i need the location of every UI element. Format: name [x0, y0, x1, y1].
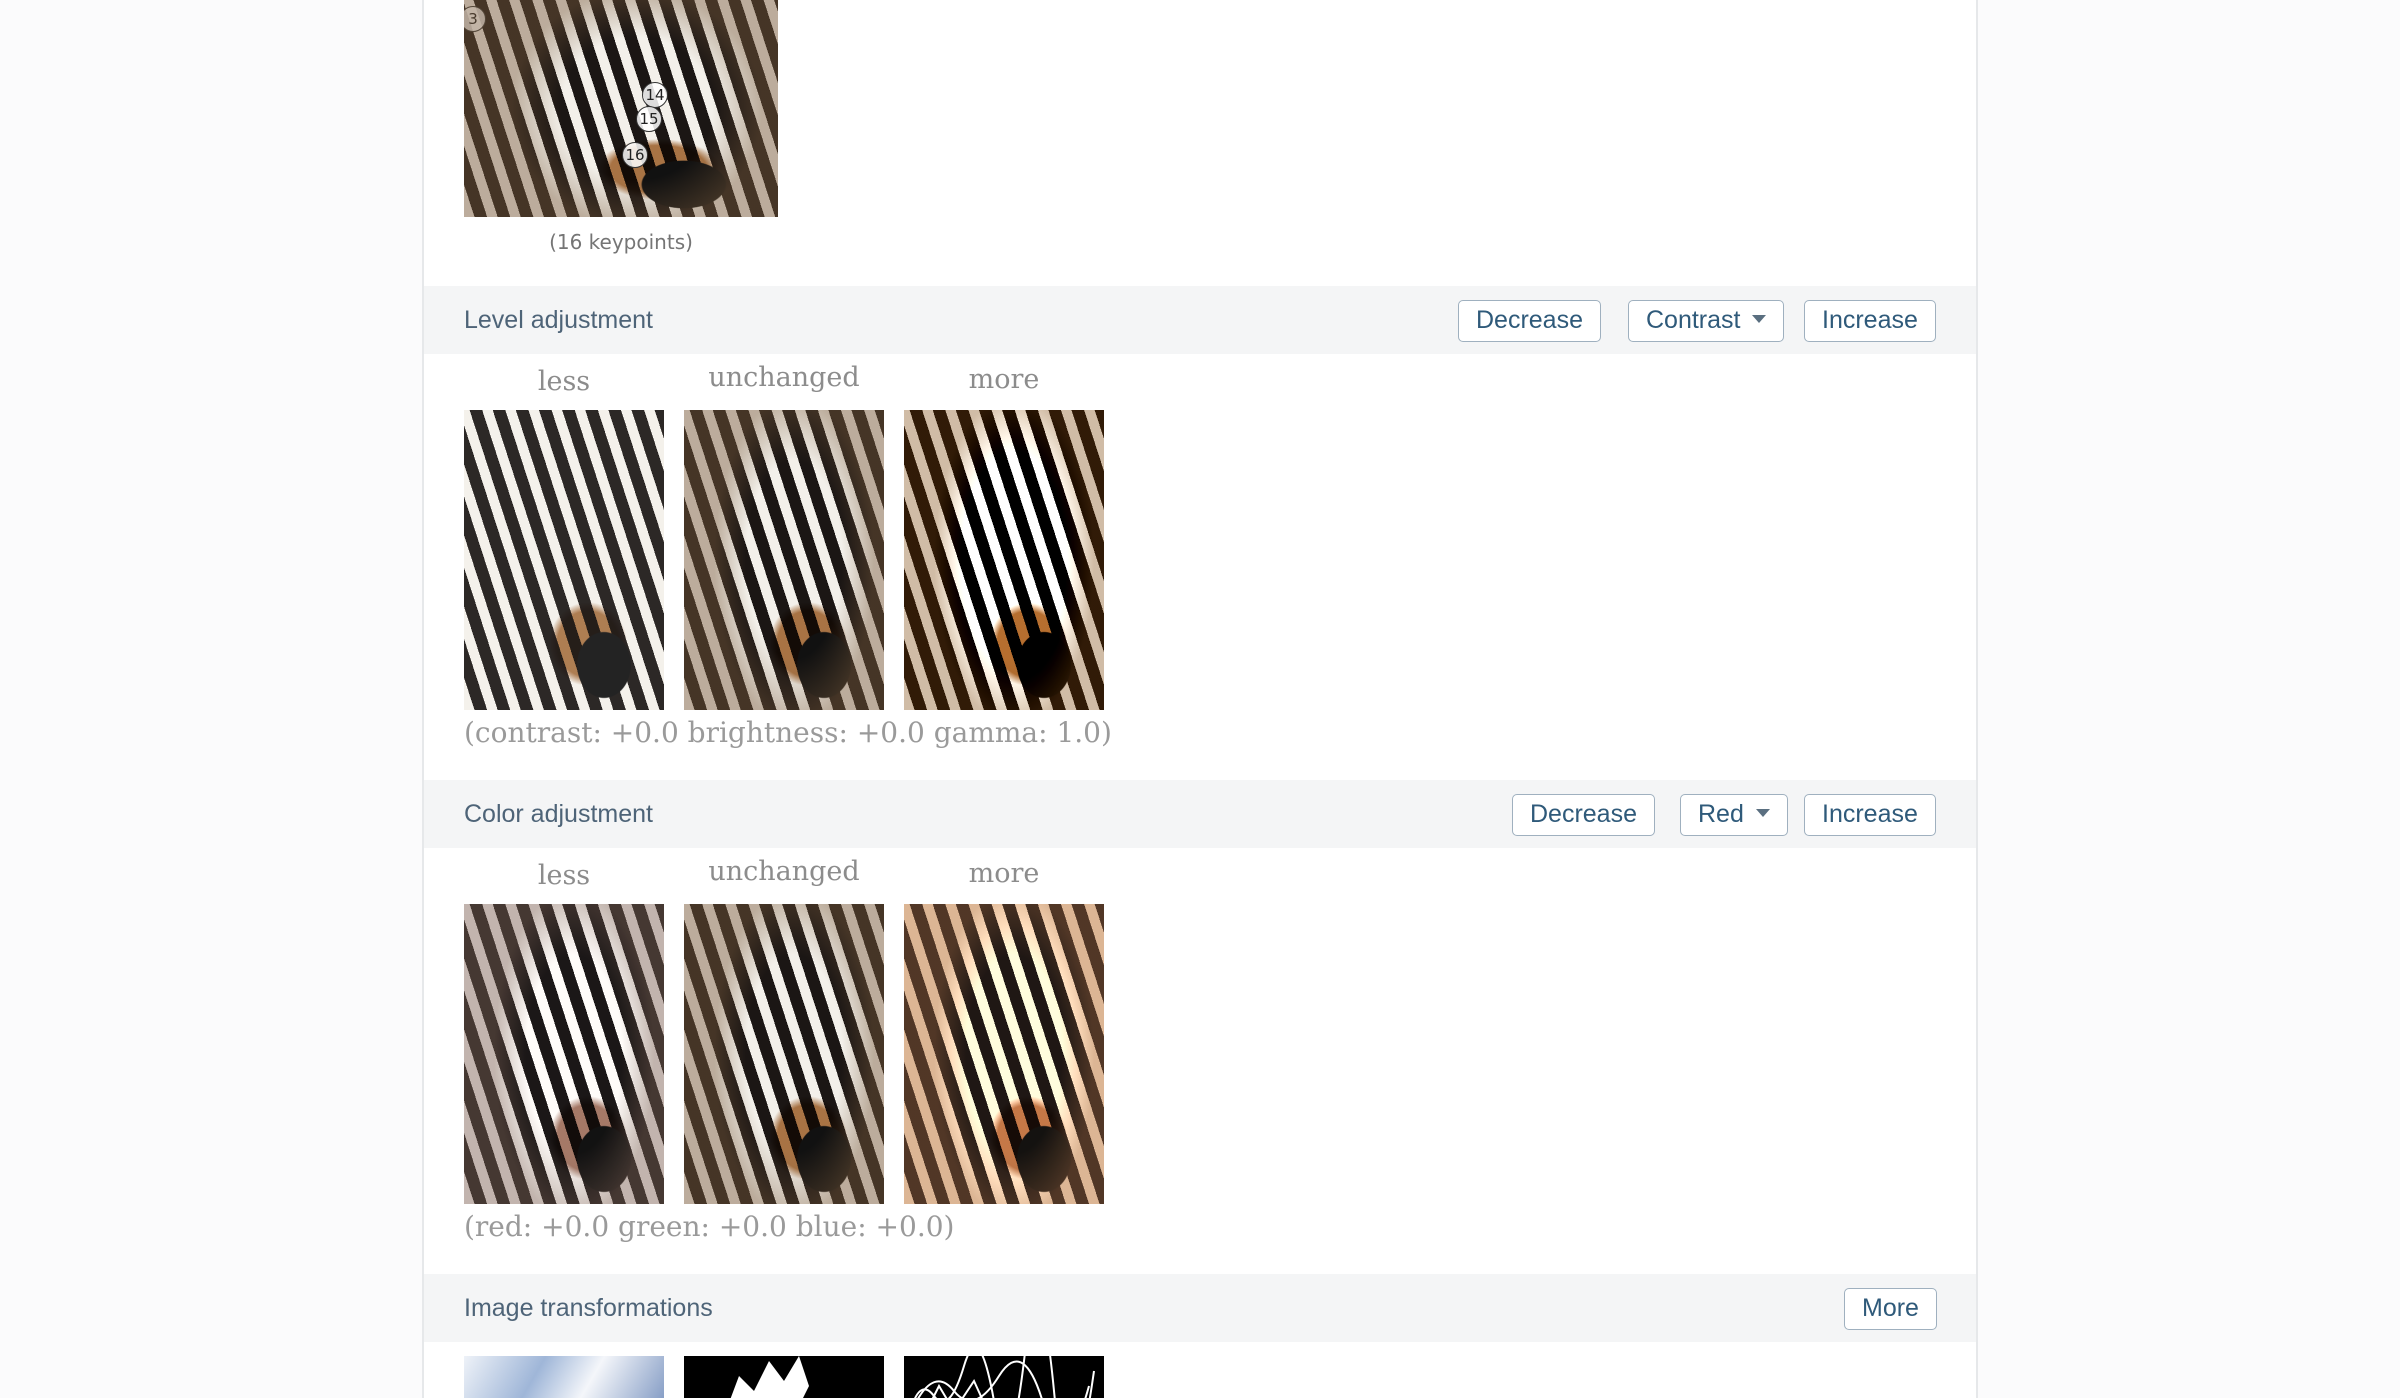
- edge-pattern: [914, 1356, 1095, 1398]
- color-channel-dropdown[interactable]: Red: [1680, 794, 1788, 836]
- level-parameter-dropdown[interactable]: Contrast: [1628, 300, 1785, 342]
- keypoint-label: 16: [625, 146, 645, 164]
- level-thumb-less[interactable]: [464, 410, 664, 710]
- transform-thumb-1[interactable]: [464, 1356, 664, 1398]
- image-transformations-header: Image transformations More: [424, 1274, 1976, 1342]
- keypoint-marker: 15: [636, 106, 662, 132]
- level-adjustment-title: Level adjustment: [464, 306, 654, 334]
- level-label-unchanged: unchanged: [708, 362, 860, 393]
- level-decrease-button[interactable]: Decrease: [1458, 300, 1601, 342]
- page: 3 14 15 16 (16 keypoints) Level adjustme…: [0, 0, 2400, 1398]
- transform-thumb-2[interactable]: [684, 1356, 884, 1398]
- color-label-unchanged: unchanged: [708, 856, 860, 887]
- level-parameter-value: Contrast: [1646, 306, 1741, 334]
- keypoints-image: 3 14 15 16: [464, 0, 778, 217]
- level-label-less: less: [537, 366, 591, 397]
- color-adjustment-title: Color adjustment: [464, 800, 653, 828]
- chevron-down-icon: [1755, 809, 1770, 818]
- threshold-pattern: [730, 1356, 809, 1398]
- keypoints-caption: (16 keypoints): [549, 230, 693, 254]
- color-increase-button[interactable]: Increase: [1804, 794, 1936, 836]
- transformations-more-button[interactable]: More: [1844, 1288, 1937, 1330]
- keypoint-marker: 14: [642, 82, 668, 108]
- image-transformations-title: Image transformations: [464, 1294, 713, 1322]
- color-adjustment-header: Color adjustment Decrease Red Increase: [424, 780, 1976, 848]
- color-decrease-button[interactable]: Decrease: [1512, 794, 1655, 836]
- level-params-text: (contrast: +0.0 brightness: +0.0 gamma: …: [464, 716, 1112, 749]
- color-channel-value: Red: [1698, 800, 1744, 828]
- level-increase-button[interactable]: Increase: [1804, 300, 1936, 342]
- content-card: 3 14 15 16 (16 keypoints) Level adjustme…: [422, 0, 1978, 1398]
- level-adjustment-header: Level adjustment Decrease Contrast Incre…: [424, 286, 1976, 354]
- level-label-more: more: [968, 364, 1040, 395]
- keypoint-label: 3: [468, 10, 478, 28]
- chevron-down-icon: [1752, 315, 1767, 324]
- level-thumb-unchanged[interactable]: [684, 410, 884, 710]
- level-thumb-more[interactable]: [904, 410, 1104, 710]
- transform-thumb-3[interactable]: [904, 1356, 1104, 1398]
- keypoint-label: 14: [645, 86, 665, 104]
- color-thumb-less[interactable]: [464, 904, 664, 1204]
- color-params-text: (red: +0.0 green: +0.0 blue: +0.0): [464, 1210, 955, 1243]
- color-thumb-more[interactable]: [904, 904, 1104, 1204]
- color-thumb-unchanged[interactable]: [684, 904, 884, 1204]
- keypoint-marker: 3: [464, 6, 486, 32]
- keypoint-label: 15: [639, 110, 659, 128]
- color-label-less: less: [537, 860, 591, 891]
- keypoint-marker: 16: [622, 142, 648, 168]
- color-label-more: more: [968, 858, 1040, 889]
